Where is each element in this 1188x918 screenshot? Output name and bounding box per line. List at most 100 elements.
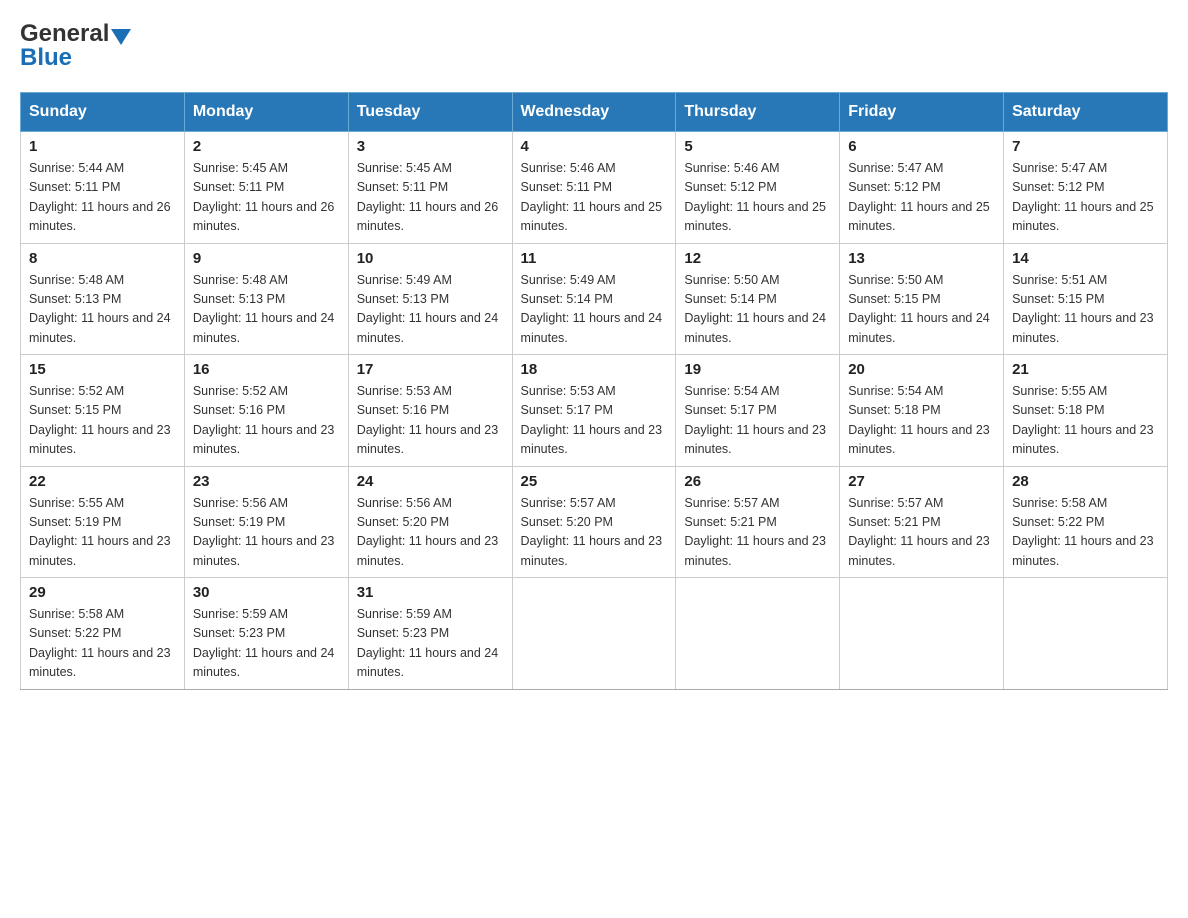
- calendar-cell: 3 Sunrise: 5:45 AM Sunset: 5:11 PM Dayli…: [348, 132, 512, 244]
- day-info: Sunrise: 5:45 AM Sunset: 5:11 PM Dayligh…: [357, 159, 504, 237]
- daylight-label: Daylight: 11 hours and 23 minutes.: [29, 534, 171, 567]
- sunrise-label: Sunrise: 5:53 AM: [357, 384, 452, 398]
- calendar-cell: 30 Sunrise: 5:59 AM Sunset: 5:23 PM Dayl…: [184, 578, 348, 690]
- daylight-label: Daylight: 11 hours and 24 minutes.: [357, 311, 499, 344]
- day-number: 28: [1012, 473, 1159, 490]
- calendar-cell: 12 Sunrise: 5:50 AM Sunset: 5:14 PM Dayl…: [676, 243, 840, 355]
- calendar-cell: 7 Sunrise: 5:47 AM Sunset: 5:12 PM Dayli…: [1004, 132, 1168, 244]
- daylight-label: Daylight: 11 hours and 24 minutes.: [193, 646, 335, 679]
- sunset-label: Sunset: 5:17 PM: [521, 403, 613, 417]
- daylight-label: Daylight: 11 hours and 26 minutes.: [29, 200, 171, 233]
- sunset-label: Sunset: 5:11 PM: [521, 180, 613, 194]
- sunrise-label: Sunrise: 5:59 AM: [357, 607, 452, 621]
- day-info: Sunrise: 5:53 AM Sunset: 5:17 PM Dayligh…: [521, 382, 668, 460]
- sunrise-label: Sunrise: 5:50 AM: [848, 273, 943, 287]
- day-number: 4: [521, 138, 668, 155]
- sunrise-label: Sunrise: 5:52 AM: [29, 384, 124, 398]
- day-number: 26: [684, 473, 831, 490]
- day-info: Sunrise: 5:50 AM Sunset: 5:14 PM Dayligh…: [684, 271, 831, 349]
- day-info: Sunrise: 5:45 AM Sunset: 5:11 PM Dayligh…: [193, 159, 340, 237]
- daylight-label: Daylight: 11 hours and 23 minutes.: [1012, 423, 1154, 456]
- daylight-label: Daylight: 11 hours and 24 minutes.: [521, 311, 663, 344]
- calendar-cell: 13 Sunrise: 5:50 AM Sunset: 5:15 PM Dayl…: [840, 243, 1004, 355]
- sunrise-label: Sunrise: 5:54 AM: [684, 384, 779, 398]
- day-of-week-header: Wednesday: [512, 93, 676, 132]
- daylight-label: Daylight: 11 hours and 23 minutes.: [848, 534, 990, 567]
- calendar-cell: 18 Sunrise: 5:53 AM Sunset: 5:17 PM Dayl…: [512, 355, 676, 467]
- daylight-label: Daylight: 11 hours and 23 minutes.: [848, 423, 990, 456]
- sunset-label: Sunset: 5:11 PM: [357, 180, 449, 194]
- calendar-cell: 17 Sunrise: 5:53 AM Sunset: 5:16 PM Dayl…: [348, 355, 512, 467]
- day-info: Sunrise: 5:46 AM Sunset: 5:11 PM Dayligh…: [521, 159, 668, 237]
- calendar-cell: 4 Sunrise: 5:46 AM Sunset: 5:11 PM Dayli…: [512, 132, 676, 244]
- sunset-label: Sunset: 5:19 PM: [29, 515, 121, 529]
- calendar-week-row: 22 Sunrise: 5:55 AM Sunset: 5:19 PM Dayl…: [21, 466, 1168, 578]
- sunset-label: Sunset: 5:23 PM: [193, 626, 285, 640]
- daylight-label: Daylight: 11 hours and 23 minutes.: [357, 423, 499, 456]
- day-number: 27: [848, 473, 995, 490]
- sunrise-label: Sunrise: 5:57 AM: [521, 496, 616, 510]
- sunrise-label: Sunrise: 5:48 AM: [29, 273, 124, 287]
- daylight-label: Daylight: 11 hours and 23 minutes.: [521, 423, 663, 456]
- daylight-label: Daylight: 11 hours and 23 minutes.: [1012, 311, 1154, 344]
- calendar-table: SundayMondayTuesdayWednesdayThursdayFrid…: [20, 92, 1168, 690]
- sunrise-label: Sunrise: 5:59 AM: [193, 607, 288, 621]
- calendar-cell: 29 Sunrise: 5:58 AM Sunset: 5:22 PM Dayl…: [21, 578, 185, 690]
- daylight-label: Daylight: 11 hours and 23 minutes.: [684, 534, 826, 567]
- logo-blue-text: Blue: [20, 44, 72, 72]
- daylight-label: Daylight: 11 hours and 23 minutes.: [193, 534, 335, 567]
- day-info: Sunrise: 5:55 AM Sunset: 5:19 PM Dayligh…: [29, 494, 176, 572]
- day-number: 11: [521, 250, 668, 267]
- daylight-label: Daylight: 11 hours and 25 minutes.: [684, 200, 826, 233]
- calendar-cell: 24 Sunrise: 5:56 AM Sunset: 5:20 PM Dayl…: [348, 466, 512, 578]
- calendar-cell: 27 Sunrise: 5:57 AM Sunset: 5:21 PM Dayl…: [840, 466, 1004, 578]
- day-number: 14: [1012, 250, 1159, 267]
- sunrise-label: Sunrise: 5:48 AM: [193, 273, 288, 287]
- day-info: Sunrise: 5:50 AM Sunset: 5:15 PM Dayligh…: [848, 271, 995, 349]
- sunset-label: Sunset: 5:20 PM: [521, 515, 613, 529]
- day-number: 22: [29, 473, 176, 490]
- sunrise-label: Sunrise: 5:57 AM: [684, 496, 779, 510]
- sunset-label: Sunset: 5:12 PM: [1012, 180, 1104, 194]
- day-number: 25: [521, 473, 668, 490]
- calendar-cell: 6 Sunrise: 5:47 AM Sunset: 5:12 PM Dayli…: [840, 132, 1004, 244]
- daylight-label: Daylight: 11 hours and 23 minutes.: [684, 423, 826, 456]
- calendar-cell: 25 Sunrise: 5:57 AM Sunset: 5:20 PM Dayl…: [512, 466, 676, 578]
- day-info: Sunrise: 5:51 AM Sunset: 5:15 PM Dayligh…: [1012, 271, 1159, 349]
- day-number: 9: [193, 250, 340, 267]
- sunset-label: Sunset: 5:17 PM: [684, 403, 776, 417]
- sunset-label: Sunset: 5:15 PM: [1012, 292, 1104, 306]
- day-number: 5: [684, 138, 831, 155]
- day-info: Sunrise: 5:55 AM Sunset: 5:18 PM Dayligh…: [1012, 382, 1159, 460]
- day-number: 8: [29, 250, 176, 267]
- sunrise-label: Sunrise: 5:52 AM: [193, 384, 288, 398]
- sunrise-label: Sunrise: 5:57 AM: [848, 496, 943, 510]
- sunset-label: Sunset: 5:15 PM: [848, 292, 940, 306]
- day-number: 15: [29, 361, 176, 378]
- day-info: Sunrise: 5:57 AM Sunset: 5:21 PM Dayligh…: [848, 494, 995, 572]
- daylight-label: Daylight: 11 hours and 25 minutes.: [848, 200, 990, 233]
- sunset-label: Sunset: 5:18 PM: [848, 403, 940, 417]
- day-number: 3: [357, 138, 504, 155]
- page-header: General Blue: [20, 20, 1168, 72]
- day-number: 17: [357, 361, 504, 378]
- day-of-week-header: Thursday: [676, 93, 840, 132]
- day-info: Sunrise: 5:58 AM Sunset: 5:22 PM Dayligh…: [1012, 494, 1159, 572]
- day-of-week-header: Monday: [184, 93, 348, 132]
- day-number: 24: [357, 473, 504, 490]
- calendar-cell: 26 Sunrise: 5:57 AM Sunset: 5:21 PM Dayl…: [676, 466, 840, 578]
- calendar-cell: 21 Sunrise: 5:55 AM Sunset: 5:18 PM Dayl…: [1004, 355, 1168, 467]
- daylight-label: Daylight: 11 hours and 23 minutes.: [29, 423, 171, 456]
- sunset-label: Sunset: 5:21 PM: [684, 515, 776, 529]
- day-info: Sunrise: 5:48 AM Sunset: 5:13 PM Dayligh…: [29, 271, 176, 349]
- day-info: Sunrise: 5:47 AM Sunset: 5:12 PM Dayligh…: [848, 159, 995, 237]
- sunrise-label: Sunrise: 5:53 AM: [521, 384, 616, 398]
- day-info: Sunrise: 5:59 AM Sunset: 5:23 PM Dayligh…: [357, 605, 504, 683]
- calendar-week-row: 15 Sunrise: 5:52 AM Sunset: 5:15 PM Dayl…: [21, 355, 1168, 467]
- day-info: Sunrise: 5:58 AM Sunset: 5:22 PM Dayligh…: [29, 605, 176, 683]
- sunrise-label: Sunrise: 5:50 AM: [684, 273, 779, 287]
- sunrise-label: Sunrise: 5:46 AM: [521, 161, 616, 175]
- calendar-week-row: 8 Sunrise: 5:48 AM Sunset: 5:13 PM Dayli…: [21, 243, 1168, 355]
- daylight-label: Daylight: 11 hours and 24 minutes.: [29, 311, 171, 344]
- day-info: Sunrise: 5:49 AM Sunset: 5:14 PM Dayligh…: [521, 271, 668, 349]
